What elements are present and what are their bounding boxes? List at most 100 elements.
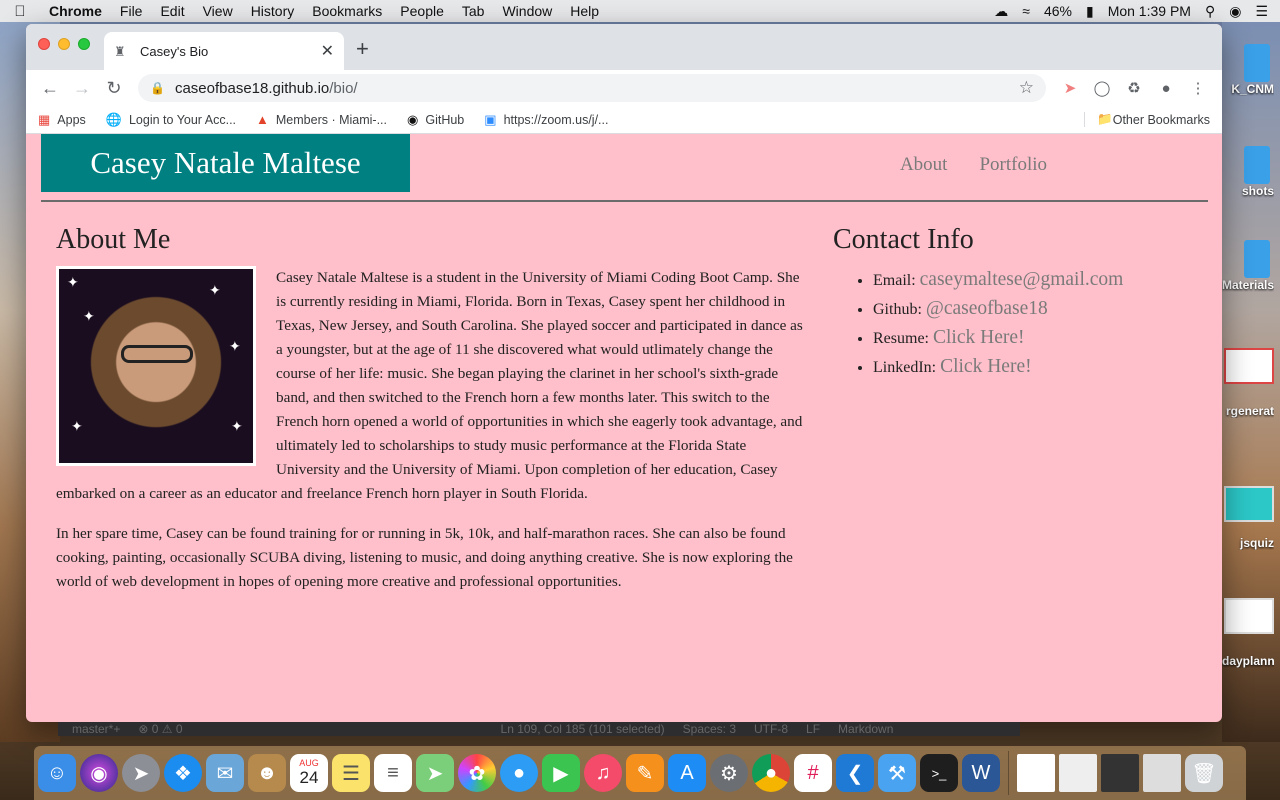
close-window-button[interactable] <box>38 38 50 50</box>
tab-close-icon[interactable]: ✕ <box>321 41 334 61</box>
menu-app-name[interactable]: Chrome <box>40 3 111 19</box>
profile-photo: ✦ ✦ ✦ ✦ ✦ ✦ <box>56 266 256 466</box>
menu-window[interactable]: Window <box>493 3 561 19</box>
bookmark-login[interactable]: 🌐 Login to Your Acc... <box>106 112 236 128</box>
chrome-icon[interactable]: ● <box>752 754 790 792</box>
xcode-icon[interactable]: ⚒ <box>878 754 916 792</box>
indentation[interactable]: Spaces: 3 <box>683 722 736 736</box>
notification-center-icon[interactable]: ☰ <box>1255 3 1268 20</box>
encoding[interactable]: UTF-8 <box>754 722 788 736</box>
site-nav: About Portfolio <box>900 154 1047 176</box>
mail-icon[interactable]: ✉ <box>206 754 244 792</box>
url-path: /bio/ <box>329 79 358 97</box>
resume-link[interactable]: Click Here! <box>933 327 1025 348</box>
folder-icon <box>1244 240 1270 278</box>
minimized-window-thumbnail[interactable] <box>1017 754 1055 792</box>
language-mode[interactable]: Markdown <box>838 722 893 736</box>
facetime-icon[interactable]: ▶ <box>542 754 580 792</box>
extension-cast-icon[interactable]: ➤ <box>1054 79 1086 97</box>
photos-icon[interactable]: ✿ <box>458 754 496 792</box>
tab-caseys-bio[interactable]: ♜ Casey's Bio ✕ <box>104 32 344 70</box>
minimized-window-thumbnail[interactable] <box>1059 754 1097 792</box>
reminders-icon[interactable]: ≡ <box>374 754 412 792</box>
about-section: About Me ✦ ✦ ✦ ✦ ✦ ✦ Casey Natale Maltes… <box>56 224 804 610</box>
maximize-window-button[interactable] <box>78 38 90 50</box>
nav-link-portfolio[interactable]: Portfolio <box>979 154 1047 176</box>
menu-people[interactable]: People <box>391 3 453 19</box>
menu-history[interactable]: History <box>242 3 304 19</box>
url-host: caseofbase18.github.io <box>174 79 330 97</box>
linkedin-link[interactable]: Click Here! <box>940 356 1032 377</box>
more-menu-icon[interactable]: ⋮ <box>1182 79 1214 97</box>
calendar-icon[interactable]: AUG 24 <box>290 754 328 792</box>
contacts-icon[interactable]: ☻ <box>248 754 286 792</box>
launchpad-icon[interactable]: ➤ <box>122 754 160 792</box>
messages-icon[interactable]: ● <box>500 754 538 792</box>
creative-cloud-icon[interactable]: ☁ <box>994 3 1008 20</box>
problems-count[interactable]: ⊗ 0 ⚠ 0 <box>138 722 182 736</box>
slack-icon[interactable]: # <box>794 754 832 792</box>
address-bar[interactable]: 🔒 caseofbase18.github.io/bio/ ☆ <box>138 74 1046 102</box>
desktop-item[interactable]: rgenerat <box>1222 348 1274 418</box>
menu-edit[interactable]: Edit <box>151 3 193 19</box>
system-preferences-icon[interactable]: ⚙ <box>710 754 748 792</box>
zoom-icon: ▣ <box>484 111 497 127</box>
desktop-item[interactable]: K_CNM <box>1222 44 1274 96</box>
desktop-item[interactable]: Materials <box>1222 240 1274 292</box>
word-icon[interactable]: W <box>962 754 1000 792</box>
extensions-puzzle-icon[interactable]: ♻ <box>1118 79 1150 97</box>
notes-icon[interactable]: ☰ <box>332 754 370 792</box>
wifi-icon[interactable]: ≈ <box>1022 3 1030 19</box>
other-bookmarks[interactable]: 📁 Other Bookmarks <box>1084 112 1210 127</box>
github-link[interactable]: @caseofbase18 <box>926 298 1048 319</box>
terminal-icon[interactable]: >_ <box>920 754 958 792</box>
trash-icon[interactable]: 🗑 <box>1185 754 1223 792</box>
bookmark-zoom[interactable]: ▣ https://zoom.us/j/... <box>484 112 608 128</box>
github-icon: ◉ <box>407 111 419 127</box>
clock[interactable]: Mon 1:39 PM <box>1108 3 1191 19</box>
vscode-icon[interactable]: ❮ <box>836 754 874 792</box>
profile-avatar-icon[interactable]: ● <box>1150 80 1182 97</box>
bookmark-apps[interactable]: ▦ Apps <box>38 112 86 128</box>
books-icon[interactable]: ✎ <box>626 754 664 792</box>
email-link[interactable]: caseymaltese@gmail.com <box>920 269 1124 290</box>
maps-icon[interactable]: ➤ <box>416 754 454 792</box>
nav-link-about[interactable]: About <box>900 154 948 176</box>
desktop-item[interactable]: dayplanne <box>1222 598 1274 668</box>
menu-help[interactable]: Help <box>561 3 608 19</box>
siri-icon[interactable]: ◉ <box>1229 3 1241 20</box>
cursor-position[interactable]: Ln 109, Col 185 (101 selected) <box>501 722 665 736</box>
app-store-icon[interactable]: A <box>668 754 706 792</box>
desktop-item[interactable]: shots <box>1222 146 1274 198</box>
bookmark-members[interactable]: ▲ Members · Miami-... <box>256 112 387 127</box>
about-paragraph-2: In her spare time, Casey can be found tr… <box>56 525 793 590</box>
forward-arrow-icon[interactable]: → <box>66 78 98 99</box>
bookmark-star-icon[interactable]: ☆ <box>1019 78 1034 98</box>
extension-lens-icon[interactable]: ◯ <box>1086 79 1118 97</box>
menu-bookmarks[interactable]: Bookmarks <box>303 3 391 19</box>
reload-icon[interactable]: ↻ <box>98 78 130 99</box>
finder-icon[interactable]: ☺ <box>38 754 76 792</box>
battery-icon[interactable]: ▮ <box>1086 3 1094 20</box>
file-thumbnail-icon <box>1224 348 1274 384</box>
siri-icon[interactable]: ◉ <box>80 754 118 792</box>
minimize-window-button[interactable] <box>58 38 70 50</box>
git-branch[interactable]: master*+ <box>72 722 120 736</box>
new-tab-icon[interactable]: + <box>356 36 369 62</box>
music-icon[interactable]: ♫ <box>584 754 622 792</box>
menu-view[interactable]: View <box>194 3 242 19</box>
desktop-item[interactable]: jsquiz <box>1222 486 1274 550</box>
bookmark-github[interactable]: ◉ GitHub <box>407 112 464 128</box>
minimized-window-thumbnail[interactable] <box>1101 754 1139 792</box>
menu-tab[interactable]: Tab <box>453 3 494 19</box>
browser-window: ♜ Casey's Bio ✕ + ← → ↻ 🔒 caseofbase18.g… <box>26 24 1222 722</box>
site-brand[interactable]: Casey Natale Maltese <box>41 134 410 192</box>
menu-file[interactable]: File <box>111 3 152 19</box>
safari-icon[interactable]: ❖ <box>164 754 202 792</box>
back-arrow-icon[interactable]: ← <box>34 78 66 99</box>
spotlight-search-icon[interactable]: ⚲ <box>1205 3 1215 20</box>
line-ending[interactable]: LF <box>806 722 820 736</box>
battery-percent[interactable]: 46% <box>1044 3 1072 19</box>
apple-icon[interactable]:  <box>0 3 40 20</box>
minimized-window-thumbnail[interactable] <box>1143 754 1181 792</box>
